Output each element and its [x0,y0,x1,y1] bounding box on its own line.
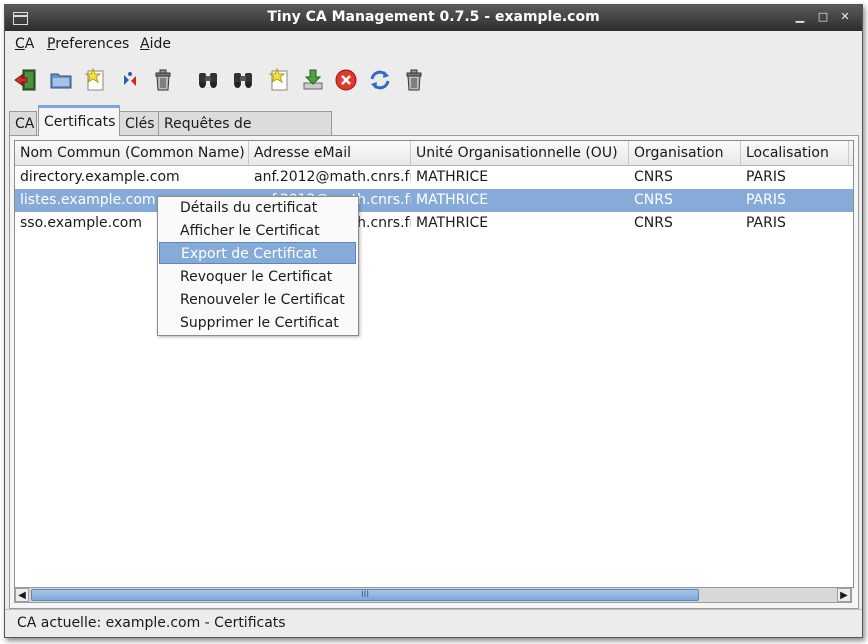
cell-localisation: PARIS [746,192,786,208]
window-title: Tiny CA Management 0.7.5 - example.com [267,9,600,25]
cell-ou: MATHRICE [416,215,489,231]
cell-p: F [849,166,853,189]
close-icon[interactable]: ✕ [837,9,853,25]
trash-icon[interactable] [150,67,176,93]
menu-ca[interactable]: CA [15,36,34,52]
cell-organisation: CNRS [634,192,673,208]
context-menu: Détails du certificat Afficher le Certif… [157,196,359,336]
cell-ou: MATHRICE [416,169,489,185]
cell-ou: MATHRICE [416,192,489,208]
table-row[interactable]: listes.example.com anf.2012@math.cnrs.fr… [15,189,853,212]
exit-icon[interactable] [13,67,39,93]
new-star-icon[interactable] [266,67,292,93]
maximize-icon[interactable]: □ [815,9,831,25]
tab-requetes[interactable]: Requêtes de certification [158,111,332,156]
minimize-icon[interactable]: ▁ [792,9,808,25]
title-bar[interactable]: Tiny CA Management 0.7.5 - example.com ▁… [5,5,862,31]
toolbar [5,59,862,103]
column-header-email[interactable]: Adresse eMail [249,141,411,165]
column-header-ou[interactable]: Unité Organisationnelle (OU) [411,141,629,165]
table-header: Nom Commun (Common Name) ⌄ Adresse eMail… [15,141,853,166]
column-header-localisation[interactable]: Localisation [741,141,849,165]
column-header-organisation[interactable]: Organisation [629,141,741,165]
new-star-icon[interactable] [82,67,108,93]
cell-localisation: PARIS [746,169,786,185]
scroll-left-icon[interactable]: ◀ [15,588,29,602]
cell-organisation: CNRS [634,169,673,185]
table-row[interactable]: directory.example.com anf.2012@math.cnrs… [15,166,853,189]
cell-localisation: PARIS [746,215,786,231]
status-text: CA actuelle: example.com - Certificats [17,615,286,631]
menu-aide[interactable]: Aide [140,36,171,52]
binoculars-icon[interactable] [230,67,256,93]
cell-p: F [849,189,853,212]
tab-ca[interactable]: CA [9,111,37,135]
open-folder-icon[interactable] [48,67,74,93]
tab-cles[interactable]: Clés [119,111,159,135]
menu-item-details[interactable]: Détails du certificat [159,197,356,219]
menu-item-renouveler[interactable]: Renouveler le Certificat [159,289,356,311]
scroll-right-icon[interactable]: ▶ [837,588,851,602]
cell-organisation: CNRS [634,215,673,231]
table-row[interactable]: sso.example.com anf.2012@math.cnrs.fr MA… [15,212,853,235]
cell-email: anf.2012@math.cnrs.fr [254,169,411,185]
certificates-list[interactable]: Nom Commun (Common Name) ⌄ Adresse eMail… [14,140,854,588]
certificates-panel: Nom Commun (Common Name) ⌄ Adresse eMail… [9,135,859,609]
cell-common-name: directory.example.com [20,169,180,185]
menu-bar: CA Preferences Aide [5,31,862,57]
main-window: Tiny CA Management 0.7.5 - example.com ▁… [4,4,863,638]
tab-bar: CA Certificats Clés Requêtes de certific… [5,105,862,156]
tab-certificats[interactable]: Certificats [38,105,120,136]
trash-icon[interactable] [401,67,427,93]
column-header-p[interactable]: P [849,141,853,165]
import-arrows-icon[interactable] [117,67,143,93]
download-arrow-icon[interactable] [300,67,326,93]
cell-p: F [849,212,853,235]
menu-item-revoquer[interactable]: Revoquer le Certificat [159,266,356,288]
menu-item-afficher[interactable]: Afficher le Certificat [159,220,356,242]
horizontal-scrollbar[interactable]: ◀ III ▶ [14,587,852,603]
menu-preferences[interactable]: Preferences [47,36,129,52]
column-header-common-name[interactable]: Nom Commun (Common Name) ⌄ [15,141,249,165]
menu-item-export[interactable]: Export de Certificat [159,242,356,264]
scroll-thumb[interactable]: III [31,589,699,601]
refresh-icon[interactable] [367,67,393,93]
menu-item-supprimer[interactable]: Supprimer le Certificat [159,312,356,334]
binoculars-icon[interactable] [195,67,221,93]
revoke-red-x-icon[interactable] [333,67,359,93]
status-bar: CA actuelle: example.com - Certificats [5,609,862,638]
